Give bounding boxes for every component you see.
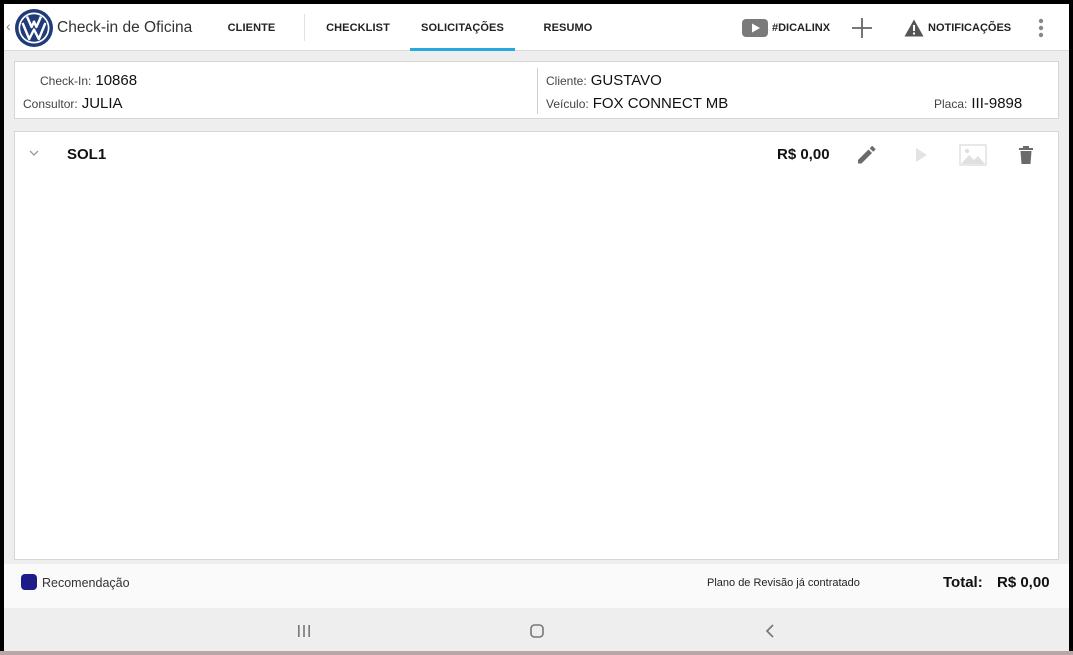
veiculo-value: FOX CONNECT MB [592,95,729,112]
image-icon [959,144,987,166]
play-button[interactable] [908,142,934,168]
solicitation-card: SOL1 R$ 0,00 [14,131,1059,560]
plano-revisao-text: Plano de Revisão já contratado [707,577,860,589]
placa-label: Placa: [934,97,968,111]
home-button[interactable] [525,620,549,642]
trash-icon [1019,146,1033,164]
add-icon[interactable] [850,16,874,40]
more-menu-icon[interactable] [1036,17,1046,39]
notifications-button[interactable]: NOTIFICAÇÕES [904,17,1011,39]
home-icon [530,624,544,638]
recent-apps-icon [298,625,310,637]
back-chevron-icon[interactable]: ‹ [6,19,11,33]
checkin-info-card: Check-In: 10868 Consultor: JULIA Cliente… [14,61,1059,119]
dicalinx-label: #DICALINX [772,22,831,34]
consultor-value: JULIA [81,95,123,112]
tab-divider [304,14,305,41]
veiculo-label: Veículo: [546,97,589,111]
tab-resumo[interactable]: RESUMO [528,4,608,51]
cliente-value: GUSTAVO [590,72,662,89]
play-icon [916,148,927,162]
placa-row: Placa: III-9898 [934,95,1022,112]
delete-button[interactable] [1013,142,1039,168]
tab-label: SOLICITAÇÕES [421,21,504,34]
cliente-label: Cliente: [546,74,587,88]
screen: ‹ Check-in de Oficina CLIENTE CHECKLIST … [4,4,1069,651]
back-button[interactable] [758,620,782,642]
checkin-label: Check-In: [40,74,92,88]
system-nav-bar [4,610,1069,651]
total-value: R$ 0,00 [997,574,1050,591]
tab-label: CHECKLIST [326,21,390,34]
info-divider [537,68,538,114]
recent-apps-button[interactable] [292,620,316,642]
tab-checklist[interactable]: CHECKLIST [315,4,401,51]
total-label: Total: [943,574,983,591]
footer-bar: Recomendação Plano de Revisão já contrat… [4,564,1069,608]
tab-solicitacoes[interactable]: SOLICITAÇÕES [410,4,515,51]
warning-icon [904,19,924,37]
edit-button[interactable] [853,142,879,168]
checkin-row: Check-In: 10868 [40,72,137,89]
tab-cliente[interactable]: CLIENTE [214,4,289,51]
pencil-icon [858,145,876,164]
cliente-row: Cliente: GUSTAVO [546,72,662,89]
youtube-icon [742,19,768,37]
veiculo-row: Veículo: FOX CONNECT MB [546,95,728,112]
placa-value: III-9898 [971,95,1023,112]
checkin-value: 10868 [95,72,138,89]
app-bar: ‹ Check-in de Oficina CLIENTE CHECKLIST … [4,4,1069,51]
tab-label: RESUMO [543,21,593,34]
consultor-row: Consultor: JULIA [23,95,123,112]
image-button[interactable] [958,142,988,168]
chevron-down-icon[interactable] [27,148,41,158]
notifications-label: NOTIFICAÇÕES [928,22,1012,34]
vw-logo-icon [15,9,53,47]
solicitation-title[interactable]: SOL1 [67,146,106,163]
recommendation-legend-swatch [21,574,37,590]
tab-label: CLIENTE [227,21,276,34]
dicalinx-button[interactable]: #DICALINX [742,17,830,39]
solicitation-price: R$ 0,00 [777,146,830,163]
back-icon [765,624,774,638]
consultor-label: Consultor: [23,97,78,111]
recommendation-legend-label: Recomendação [42,576,130,590]
app-title: Check-in de Oficina [57,19,193,36]
